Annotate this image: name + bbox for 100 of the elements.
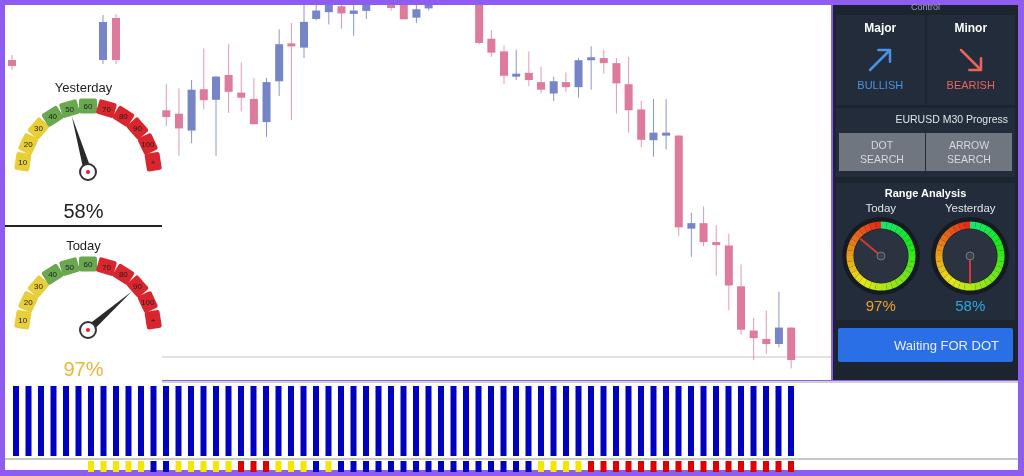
candle xyxy=(249,77,258,125)
scale-label: 20 xyxy=(23,297,33,307)
candle xyxy=(262,77,271,138)
candle xyxy=(512,49,521,81)
histogram-bar xyxy=(350,386,357,456)
histogram-bar xyxy=(525,386,532,456)
candle xyxy=(387,5,396,12)
histogram-bar xyxy=(263,386,269,456)
histogram-bar xyxy=(125,386,132,456)
gauge-reading: 97% xyxy=(865,297,896,314)
histogram-bar xyxy=(538,386,544,456)
candle xyxy=(300,5,308,59)
range-title: Range Analysis xyxy=(884,187,967,199)
histogram-bar xyxy=(50,386,57,456)
histogram-bar xyxy=(575,386,582,456)
histogram-bar xyxy=(13,386,19,456)
candle xyxy=(337,5,346,30)
histogram-bar xyxy=(438,386,444,456)
gauge-reading: 58% xyxy=(63,199,104,224)
histogram-bar xyxy=(650,386,657,456)
candle xyxy=(199,47,208,110)
histogram-bar xyxy=(588,386,594,456)
candle xyxy=(312,5,321,21)
scale-label: 50 xyxy=(64,104,74,114)
scale-label: 30 xyxy=(33,124,43,134)
scale-label: 20 xyxy=(23,139,33,149)
histogram-bar xyxy=(25,386,32,456)
candle xyxy=(500,44,508,85)
histogram-bar xyxy=(513,386,519,456)
histogram-bar xyxy=(388,386,394,456)
gauge-title: Today xyxy=(66,237,101,255)
search-button[interactable]: ARROW SEARCH xyxy=(926,133,1012,171)
candle xyxy=(174,87,183,157)
histogram-bar xyxy=(213,386,219,456)
gauge-reading: 58% xyxy=(955,297,986,314)
histogram-bar xyxy=(113,386,119,456)
histogram-bar xyxy=(600,386,607,456)
candle xyxy=(237,61,246,113)
scale-label: 90 xyxy=(132,282,142,292)
candle xyxy=(412,5,421,24)
search-button[interactable]: DOT SEARCH xyxy=(839,133,925,171)
progress-title: EURUSD M30 Progress xyxy=(895,113,1008,125)
candle xyxy=(787,327,796,369)
candle xyxy=(524,50,533,87)
histogram-bar xyxy=(775,386,782,456)
histogram-bar xyxy=(400,386,407,456)
gauge-title: Yesterday xyxy=(54,79,113,97)
histogram-bar xyxy=(625,386,632,456)
histogram-bar xyxy=(325,386,332,456)
candle xyxy=(637,100,646,148)
candle xyxy=(324,5,333,25)
histogram-bar xyxy=(688,386,694,456)
histogram-bar xyxy=(63,386,69,456)
scale-label: 80 xyxy=(118,112,128,122)
histogram-bar xyxy=(300,386,307,456)
scale-label: 100 xyxy=(140,297,154,307)
candle xyxy=(349,5,358,37)
histogram-bar xyxy=(200,386,207,456)
histogram-bar xyxy=(413,386,419,456)
panel-header: Control xyxy=(911,3,940,12)
histogram-bar xyxy=(475,386,482,456)
histogram-bar xyxy=(675,386,682,456)
candle xyxy=(574,57,583,99)
histogram-bar xyxy=(138,386,144,456)
histogram-bar xyxy=(88,386,94,456)
scale-label: 10 xyxy=(17,157,27,167)
histogram-bar xyxy=(563,386,569,456)
histogram-bar xyxy=(750,386,757,456)
histogram-bar xyxy=(500,386,507,456)
candle xyxy=(487,29,496,58)
status-button[interactable]: Waiting FOR DOT xyxy=(838,328,1013,362)
candle xyxy=(561,71,570,93)
scale-label: 40 xyxy=(47,112,57,122)
histogram-bar xyxy=(100,386,107,456)
scale-label: 70 xyxy=(101,104,111,114)
candle xyxy=(8,54,16,71)
gauge-title: Yesterday xyxy=(944,202,996,214)
trend-title: Major xyxy=(864,21,897,35)
candle xyxy=(424,5,433,12)
histogram-bar xyxy=(188,386,194,456)
candle xyxy=(649,98,658,158)
histogram-bar xyxy=(450,386,457,456)
scale-label: + xyxy=(150,315,155,325)
histogram-bar xyxy=(363,386,369,456)
candle xyxy=(699,205,708,247)
histogram-bar xyxy=(275,386,282,456)
histogram-bar xyxy=(488,386,494,456)
scale-label: 90 xyxy=(132,124,142,134)
candle xyxy=(162,83,171,127)
histogram-bar xyxy=(150,386,157,456)
histogram-bar xyxy=(313,386,319,456)
scale-label: 100 xyxy=(140,139,154,149)
histogram-bar xyxy=(463,386,469,456)
scale-label: 60 xyxy=(83,102,92,111)
histogram-bar xyxy=(338,386,344,456)
candle xyxy=(275,28,284,97)
candle xyxy=(187,79,196,144)
histogram-bar xyxy=(175,386,182,456)
candle xyxy=(587,45,596,91)
trend-title: Minor xyxy=(954,21,988,35)
